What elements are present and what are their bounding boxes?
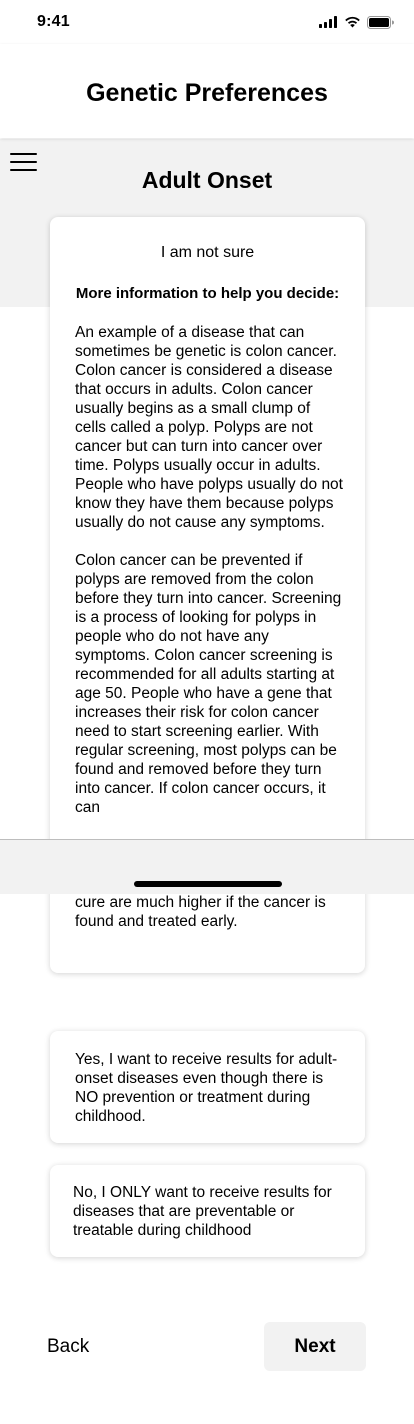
info-paragraph: An example of a disease that can sometim… xyxy=(75,324,343,531)
info-heading: More information to help you decide: xyxy=(75,285,340,302)
header: Genetic Preferences xyxy=(0,44,414,138)
next-button[interactable]: Next xyxy=(264,1322,366,1371)
page-title: Adult Onset xyxy=(141,167,273,193)
option-no-label: No, I ONLY want to receive results for d… xyxy=(73,1184,332,1239)
home-indicator[interactable] xyxy=(134,881,282,887)
info-body-end: cure are much higher if the cancer is fo… xyxy=(75,893,343,950)
option-yes-card[interactable]: Yes, I want to receive results for adult… xyxy=(50,1031,365,1143)
info-body: An example of a disease that can sometim… xyxy=(75,323,343,836)
signal-icon xyxy=(319,16,337,28)
info-paragraph: Colon cancer can be prevented if polyps … xyxy=(75,552,342,816)
wifi-icon xyxy=(345,16,360,28)
selected-choice-label: I am not sure xyxy=(160,244,255,261)
battery-icon xyxy=(367,15,394,29)
status-bar: 9:41 xyxy=(0,0,414,44)
option-no-card[interactable]: No, I ONLY want to receive results for d… xyxy=(50,1165,365,1257)
header-title: Genetic Preferences xyxy=(86,79,328,107)
info-paragraph-end: cure are much higher if the cancer is fo… xyxy=(75,894,326,930)
back-button[interactable]: Back xyxy=(47,1336,89,1358)
status-time: 9:41 xyxy=(37,13,70,30)
option-yes-label: Yes, I want to receive results for adult… xyxy=(75,1051,338,1125)
bottom-overlay-bar xyxy=(0,839,414,894)
status-icons xyxy=(319,15,394,29)
